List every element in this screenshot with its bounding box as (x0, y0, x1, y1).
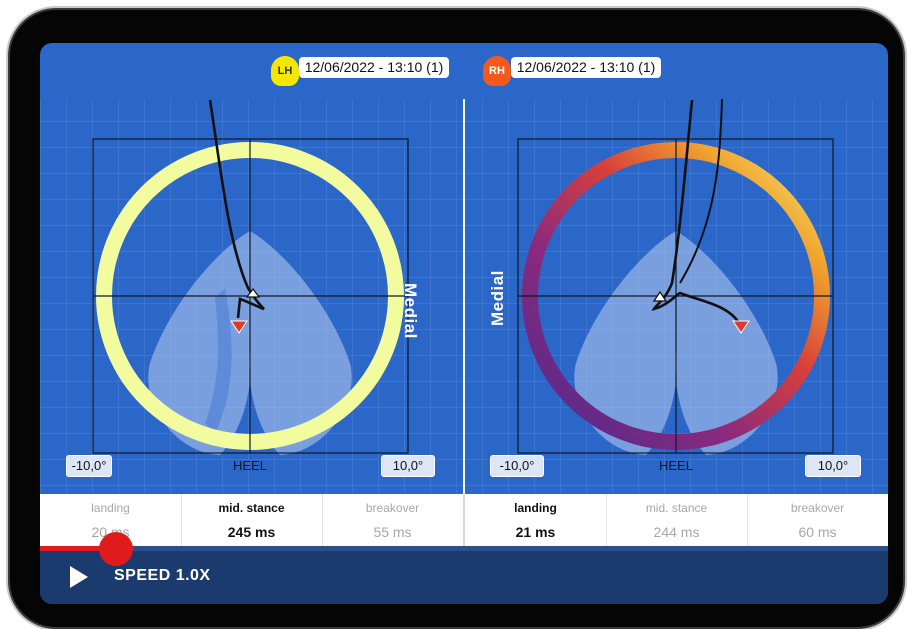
left-axis-max-label: 10,0° (381, 455, 435, 477)
lh-hoof-badge[interactable]: LH (271, 56, 299, 86)
panel-divider (463, 99, 465, 547)
left-mid-stance-metric[interactable]: mid. stance 245 ms (181, 494, 323, 549)
right-session-label[interactable]: 12/06/2022 - 13:10 (1) (511, 57, 661, 78)
left-medial-label: Medial (401, 283, 420, 339)
left-breakover-metric[interactable]: breakover 55 ms (322, 494, 465, 549)
metric-label: mid. stance (645, 501, 708, 515)
phase-metrics-bar: landing 20 ms mid. stance 245 ms breakov… (40, 494, 888, 549)
right-heel-label: HEEL (659, 458, 693, 473)
metric-label: landing (514, 501, 557, 515)
speed-button[interactable]: SPEED 1.0X (114, 567, 211, 585)
app-screen: LH 12/06/2022 - 13:10 (1) RH 12/06/2022 … (40, 43, 888, 604)
metric-value: 60 ms (798, 524, 837, 540)
right-medial-label: Medial (488, 270, 507, 326)
metric-label: breakover (365, 501, 420, 515)
metric-value: 245 ms (227, 524, 276, 540)
metric-value: 55 ms (373, 524, 412, 540)
play-icon[interactable] (70, 566, 88, 588)
right-breakover-metric[interactable]: breakover 60 ms (747, 494, 888, 549)
right-mid-stance-metric[interactable]: mid. stance 244 ms (606, 494, 748, 549)
right-axis-min-label: -10,0° (490, 455, 544, 477)
left-heel-label: HEEL (233, 458, 267, 473)
right-axis-max-label: 10,0° (805, 455, 861, 477)
metric-label: mid. stance (218, 501, 285, 515)
rh-hoof-badge[interactable]: RH (483, 56, 511, 86)
metric-value: 21 ms (515, 524, 556, 540)
metric-value: 244 ms (653, 524, 700, 540)
metric-label: landing (91, 501, 130, 515)
right-landing-metric[interactable]: landing 21 ms (465, 494, 607, 549)
playback-progress-track[interactable] (40, 546, 888, 551)
left-session-label[interactable]: 12/06/2022 - 13:10 (1) (299, 57, 449, 78)
metric-label: breakover (790, 501, 845, 515)
left-axis-min-label: -10,0° (66, 455, 112, 477)
